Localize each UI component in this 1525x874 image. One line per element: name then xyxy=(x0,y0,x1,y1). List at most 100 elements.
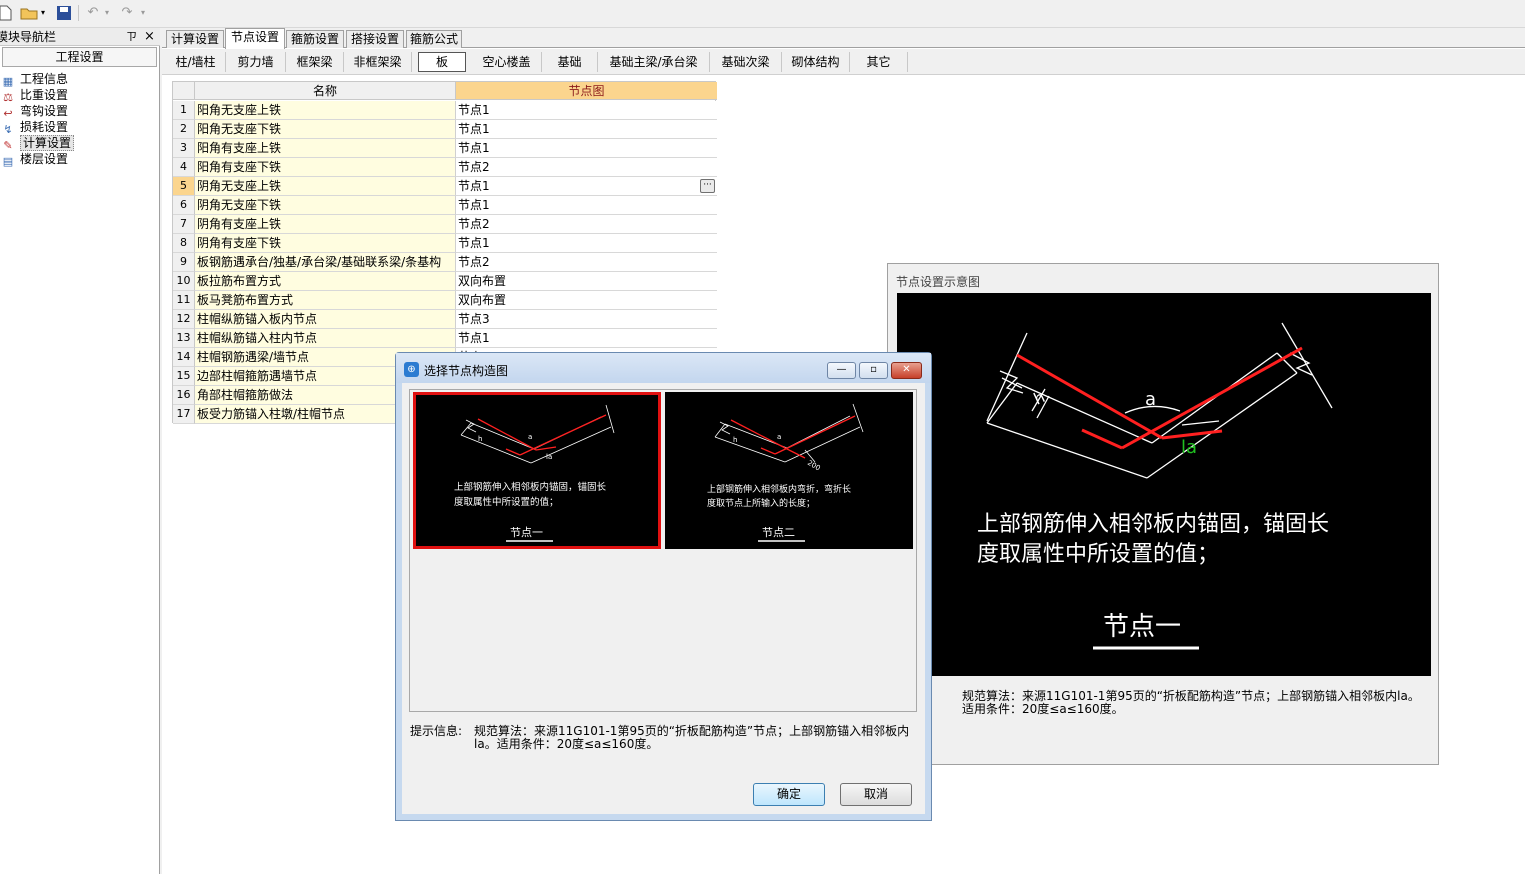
row-name-cell[interactable]: 阴角有支座下铁 xyxy=(195,234,456,253)
redo-icon[interactable]: ↷ xyxy=(118,4,136,22)
table-row[interactable]: 4 阳角有支座下铁 节点2 xyxy=(173,158,717,177)
subtab-foundation-secondary-beam[interactable]: 基础次梁 xyxy=(710,52,782,72)
nav-tab-project-settings[interactable]: 工程设置 xyxy=(2,47,157,67)
row-number[interactable]: 3 xyxy=(173,139,195,158)
grid-header-node-diagram[interactable]: 节点图 xyxy=(456,82,717,100)
tab-stirrup-formula[interactable]: 箍筋公式 xyxy=(406,30,462,48)
row-value-cell[interactable]: 节点1 xyxy=(456,234,717,253)
subtab-other[interactable]: 其它 xyxy=(850,52,908,72)
row-number[interactable]: 1 xyxy=(173,101,195,120)
minimize-button[interactable]: — xyxy=(827,362,856,379)
row-number[interactable]: 16 xyxy=(173,386,195,405)
grid-header-name[interactable]: 名称 xyxy=(195,82,456,100)
nav-item-loss[interactable]: ↯ 损耗设置 xyxy=(0,119,68,136)
row-number[interactable]: 5 xyxy=(173,177,195,196)
maximize-button[interactable]: ▫ xyxy=(859,362,888,379)
row-name-cell[interactable]: 柱帽纵筋锚入柱内节点 xyxy=(195,329,456,348)
table-row[interactable]: 9 板钢筋遇承台/独基/承台梁/基础联系梁/条基构 节点2 xyxy=(173,253,717,272)
row-name-cell[interactable]: 柱帽纵筋锚入板内节点 xyxy=(195,310,456,329)
row-name-cell[interactable]: 阴角无支座下铁 xyxy=(195,196,456,215)
row-value-cell[interactable]: 双向布置 xyxy=(456,272,717,291)
row-value-cell[interactable]: 节点1 xyxy=(456,196,717,215)
table-row[interactable]: 7 阴角有支座上铁 节点2 xyxy=(173,215,717,234)
subtab-hollow-floor[interactable]: 空心楼盖 xyxy=(472,52,542,72)
table-row[interactable]: 10 板拉筋布置方式 双向布置 xyxy=(173,272,717,291)
row-name-cell[interactable]: 板钢筋遇承台/独基/承台梁/基础联系梁/条基构 xyxy=(195,253,456,272)
cancel-button[interactable]: 取消 xyxy=(840,783,912,806)
close-icon[interactable]: × xyxy=(144,28,155,45)
table-row[interactable]: 2 阳角无支座下铁 节点1 xyxy=(173,120,717,139)
nav-item-calc[interactable]: ✎ 计算设置 xyxy=(0,135,75,152)
nav-item-hook[interactable]: ↩ 弯钩设置 xyxy=(0,103,68,120)
table-row[interactable]: 6 阴角无支座下铁 节点1 xyxy=(173,196,717,215)
row-name-cell[interactable]: 阳角有支座上铁 xyxy=(195,139,456,158)
table-row[interactable]: 1 阳角无支座上铁 节点1 xyxy=(173,101,717,120)
row-number[interactable]: 6 xyxy=(173,196,195,215)
row-value-cell[interactable]: 节点1 xyxy=(456,120,717,139)
row-name-cell[interactable]: 阳角无支座下铁 xyxy=(195,120,456,139)
row-name-cell[interactable]: 阳角有支座下铁 xyxy=(195,158,456,177)
table-row[interactable]: 13 柱帽纵筋锚入柱内节点 节点1 xyxy=(173,329,717,348)
tab-calc-settings[interactable]: 计算设置 xyxy=(166,30,224,48)
row-value-cell[interactable]: 节点2 xyxy=(456,215,717,234)
save-icon[interactable] xyxy=(55,4,73,22)
table-row[interactable]: 5 阴角无支座上铁 节点1 ··· xyxy=(173,177,717,196)
row-name-cell[interactable]: 板拉筋布置方式 xyxy=(195,272,456,291)
new-file-icon[interactable] xyxy=(0,4,14,22)
row-value-cell[interactable]: 节点2 xyxy=(456,253,717,272)
row-number[interactable]: 15 xyxy=(173,367,195,386)
row-value-cell[interactable]: 节点1 xyxy=(456,101,717,120)
undo-icon[interactable]: ↶ xyxy=(84,4,102,22)
nav-item-floor[interactable]: ▤ 楼层设置 xyxy=(0,151,68,168)
row-number[interactable]: 14 xyxy=(173,348,195,367)
subtab-foundation[interactable]: 基础 xyxy=(542,52,598,72)
row-number[interactable]: 8 xyxy=(173,234,195,253)
row-name-cell[interactable]: 阴角无支座上铁 xyxy=(195,177,456,196)
row-number[interactable]: 7 xyxy=(173,215,195,234)
row-number[interactable]: 12 xyxy=(173,310,195,329)
table-row[interactable]: 3 阳角有支座上铁 节点1 xyxy=(173,139,717,158)
subtab-nonframe-beam[interactable]: 非框架梁 xyxy=(344,52,412,72)
subtab-shear-wall[interactable]: 剪力墙 xyxy=(226,52,286,72)
ok-button[interactable]: 确定 xyxy=(753,783,825,806)
row-value-cell[interactable]: 节点3 xyxy=(456,310,717,329)
row-value-cell[interactable]: 节点1 ··· xyxy=(456,177,717,196)
subtab-column[interactable]: 柱/墙柱 xyxy=(166,52,226,72)
ellipsis-button[interactable]: ··· xyxy=(700,179,715,193)
chevron-down-icon[interactable]: ▾ xyxy=(138,4,148,22)
row-value-cell[interactable]: 双向布置 xyxy=(456,291,717,310)
row-number[interactable]: 11 xyxy=(173,291,195,310)
tab-lap-settings[interactable]: 搭接设置 xyxy=(346,30,404,48)
tab-stirrup-settings[interactable]: 箍筋设置 xyxy=(286,30,344,48)
chevron-down-icon[interactable]: ▾ xyxy=(38,4,48,22)
node-thumb-1[interactable]: a la h 上部钢筋伸入相邻板内锚固，锚固长 度取属性中所设置的值； 节点一 xyxy=(413,392,661,549)
row-number[interactable]: 10 xyxy=(173,272,195,291)
subtab-masonry[interactable]: 砌体结构 xyxy=(782,52,850,72)
subtab-slab[interactable]: 板 xyxy=(418,52,466,72)
row-number[interactable]: 17 xyxy=(173,405,195,424)
chevron-down-icon[interactable]: ▾ xyxy=(102,4,112,22)
dialog-titlebar[interactable]: ⊕ 选择节点构造图 — ▫ ✕ xyxy=(396,353,931,383)
row-number[interactable]: 4 xyxy=(173,158,195,177)
node-thumb-2[interactable]: a h 200 上部钢筋伸入相邻板内弯折，弯折长 度取节点上所输入的长度； 节点… xyxy=(665,392,913,549)
subtab-foundation-main-beam[interactable]: 基础主梁/承台梁 xyxy=(598,52,710,72)
subtab-frame-beam[interactable]: 框架梁 xyxy=(286,52,344,72)
row-value-cell[interactable]: 节点2 xyxy=(456,158,717,177)
row-number[interactable]: 13 xyxy=(173,329,195,348)
table-row[interactable]: 11 板马凳筋布置方式 双向布置 xyxy=(173,291,717,310)
tab-node-settings[interactable]: 节点设置 xyxy=(225,28,285,49)
row-name-cell[interactable]: 阴角有支座上铁 xyxy=(195,215,456,234)
row-name-cell[interactable]: 板马凳筋布置方式 xyxy=(195,291,456,310)
nav-item-project-info[interactable]: ▦ 工程信息 xyxy=(0,71,68,88)
pin-icon[interactable]: ㄗ xyxy=(126,29,137,45)
row-number[interactable]: 9 xyxy=(173,253,195,272)
row-value-cell[interactable]: 节点1 xyxy=(456,329,717,348)
table-row[interactable]: 8 阴角有支座下铁 节点1 xyxy=(173,234,717,253)
close-button[interactable]: ✕ xyxy=(891,362,922,379)
row-value-cell[interactable]: 节点1 xyxy=(456,139,717,158)
open-folder-icon[interactable] xyxy=(20,4,38,22)
row-name-cell[interactable]: 阳角无支座上铁 xyxy=(195,101,456,120)
table-row[interactable]: 12 柱帽纵筋锚入板内节点 节点3 xyxy=(173,310,717,329)
row-number[interactable]: 2 xyxy=(173,120,195,139)
nav-item-weight[interactable]: ⚖ 比重设置 xyxy=(0,87,68,104)
